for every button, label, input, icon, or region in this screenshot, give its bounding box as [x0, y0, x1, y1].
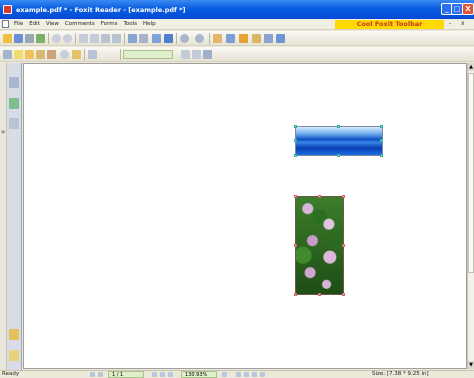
foxit-reader-window: example.pdf * - Foxit Reader - [example.…: [0, 0, 474, 378]
hand-tool-icon[interactable]: [213, 34, 222, 43]
zoom-level-input[interactable]: 130.93%: [181, 371, 217, 378]
stamp-icon[interactable]: [47, 50, 56, 59]
find-next-icon[interactable]: [192, 50, 201, 59]
scroll-thumb[interactable]: [468, 73, 474, 273]
page-number-input[interactable]: 1 / 1: [108, 371, 144, 378]
attachments-panel-icon[interactable]: [9, 329, 19, 340]
resize-handle[interactable]: [294, 293, 297, 296]
flowers-image[interactable]: [295, 196, 344, 295]
first-page-icon[interactable]: [52, 34, 61, 43]
find-previous-icon[interactable]: [181, 50, 190, 59]
close-button[interactable]: X: [462, 3, 474, 15]
status-text: Ready: [2, 371, 20, 377]
first-page-button-icon[interactable]: [90, 372, 95, 377]
resize-handle[interactable]: [342, 195, 345, 198]
cool-foxit-toolbar-banner[interactable]: Cool Foxit Toolbar: [335, 20, 444, 29]
resize-handle[interactable]: [337, 125, 340, 128]
open-icon[interactable]: [3, 34, 12, 43]
title-bar[interactable]: example.pdf * - Foxit Reader - [example.…: [0, 0, 474, 19]
next-page-button-icon[interactable]: [152, 372, 157, 377]
secondary-toolbar: ▾: [0, 47, 474, 106]
foxit-app-icon: [3, 5, 12, 14]
single-page-icon[interactable]: [236, 372, 241, 377]
document-icon[interactable]: [2, 20, 9, 28]
rotate-right-icon[interactable]: [112, 34, 121, 43]
search-icon[interactable]: [203, 50, 212, 59]
navigation-panel: [7, 63, 22, 370]
facing-icon[interactable]: [252, 372, 257, 377]
resize-handle[interactable]: [294, 139, 297, 142]
zoom-out-icon[interactable]: [180, 34, 189, 43]
columns-icon[interactable]: [264, 34, 273, 43]
previous-page-button-icon[interactable]: [98, 372, 103, 377]
menu-forms[interactable]: Forms: [98, 21, 121, 27]
select-text-icon[interactable]: [226, 34, 235, 43]
forward-icon[interactable]: [90, 34, 99, 43]
previous-page-icon[interactable]: [63, 34, 72, 43]
scroll-up-button[interactable]: ▲: [468, 63, 474, 71]
panel-expand-icon[interactable]: »: [1, 128, 5, 136]
document-close-button[interactable]: x: [461, 20, 465, 27]
resize-handle[interactable]: [342, 293, 345, 296]
status-bar: Ready 1 / 1 130.93% Size: [7.38 * 9.25 i…: [0, 370, 474, 378]
zoom-dropdown-icon[interactable]: [139, 34, 148, 43]
document-minimize-button[interactable]: -: [449, 20, 451, 27]
menu-comments[interactable]: Comments: [62, 21, 98, 27]
text-field-icon[interactable]: [88, 50, 97, 59]
resize-handle[interactable]: [294, 154, 297, 157]
back-icon[interactable]: [79, 34, 88, 43]
layers-panel-icon[interactable]: [9, 118, 19, 129]
resize-handle[interactable]: [337, 154, 340, 157]
bookmarks-panel-icon[interactable]: [9, 77, 19, 88]
resize-handle[interactable]: [380, 139, 383, 142]
scroll-down-button[interactable]: ▼: [468, 361, 474, 369]
menu-help[interactable]: Help: [140, 21, 159, 27]
water-image[interactable]: [295, 126, 383, 156]
pages-panel-icon[interactable]: [9, 98, 19, 109]
pdf-page-area[interactable]: [23, 63, 467, 369]
back-view-icon[interactable]: [168, 372, 173, 377]
find-input[interactable]: [123, 50, 173, 59]
edit-icon[interactable]: [36, 50, 45, 59]
menu-tools[interactable]: Tools: [120, 21, 140, 27]
save-icon[interactable]: [14, 34, 23, 43]
zoom-in-icon[interactable]: [128, 34, 137, 43]
resize-handle[interactable]: [318, 293, 321, 296]
resize-handle[interactable]: [380, 154, 383, 157]
resize-handle[interactable]: [318, 195, 321, 198]
rotate-left-icon[interactable]: [101, 34, 110, 43]
main-toolbar: [0, 31, 474, 46]
continuous-facing-icon[interactable]: [260, 372, 265, 377]
zoom-dropdown-icon[interactable]: [222, 372, 227, 377]
menu-edit[interactable]: Edit: [26, 21, 43, 27]
print-icon[interactable]: [25, 34, 34, 43]
fit-page-icon[interactable]: [152, 34, 161, 43]
menu-file[interactable]: File: [11, 21, 26, 27]
note-icon[interactable]: [14, 50, 23, 59]
resize-handle[interactable]: [294, 244, 297, 247]
last-page-button-icon[interactable]: [160, 372, 165, 377]
continuous-icon[interactable]: [244, 372, 249, 377]
fit-width-icon[interactable]: [164, 34, 173, 43]
pencil-icon[interactable]: [3, 50, 12, 59]
typewriter-icon[interactable]: [72, 50, 81, 59]
comment-icon[interactable]: [25, 50, 34, 59]
side-strip: »: [0, 63, 7, 370]
resize-handle[interactable]: [380, 125, 383, 128]
comments-panel-icon[interactable]: [9, 350, 19, 361]
highlight-icon[interactable]: [239, 34, 248, 43]
window-title: example.pdf * - Foxit Reader - [example.…: [16, 5, 186, 14]
zoom-in-circle-icon[interactable]: [195, 34, 204, 43]
resize-handle[interactable]: [342, 244, 345, 247]
email-icon[interactable]: [36, 34, 45, 43]
snapshot-icon[interactable]: [252, 34, 261, 43]
menu-view[interactable]: View: [43, 21, 62, 27]
vertical-scrollbar[interactable]: ▲ ▼: [467, 63, 474, 369]
image-icon[interactable]: [276, 34, 285, 43]
resize-handle[interactable]: [294, 195, 297, 198]
page-size-text: Size: [7.38 * 9.25 in]: [372, 371, 429, 377]
circle-tool-icon[interactable]: [60, 50, 69, 59]
resize-handle[interactable]: [294, 125, 297, 128]
